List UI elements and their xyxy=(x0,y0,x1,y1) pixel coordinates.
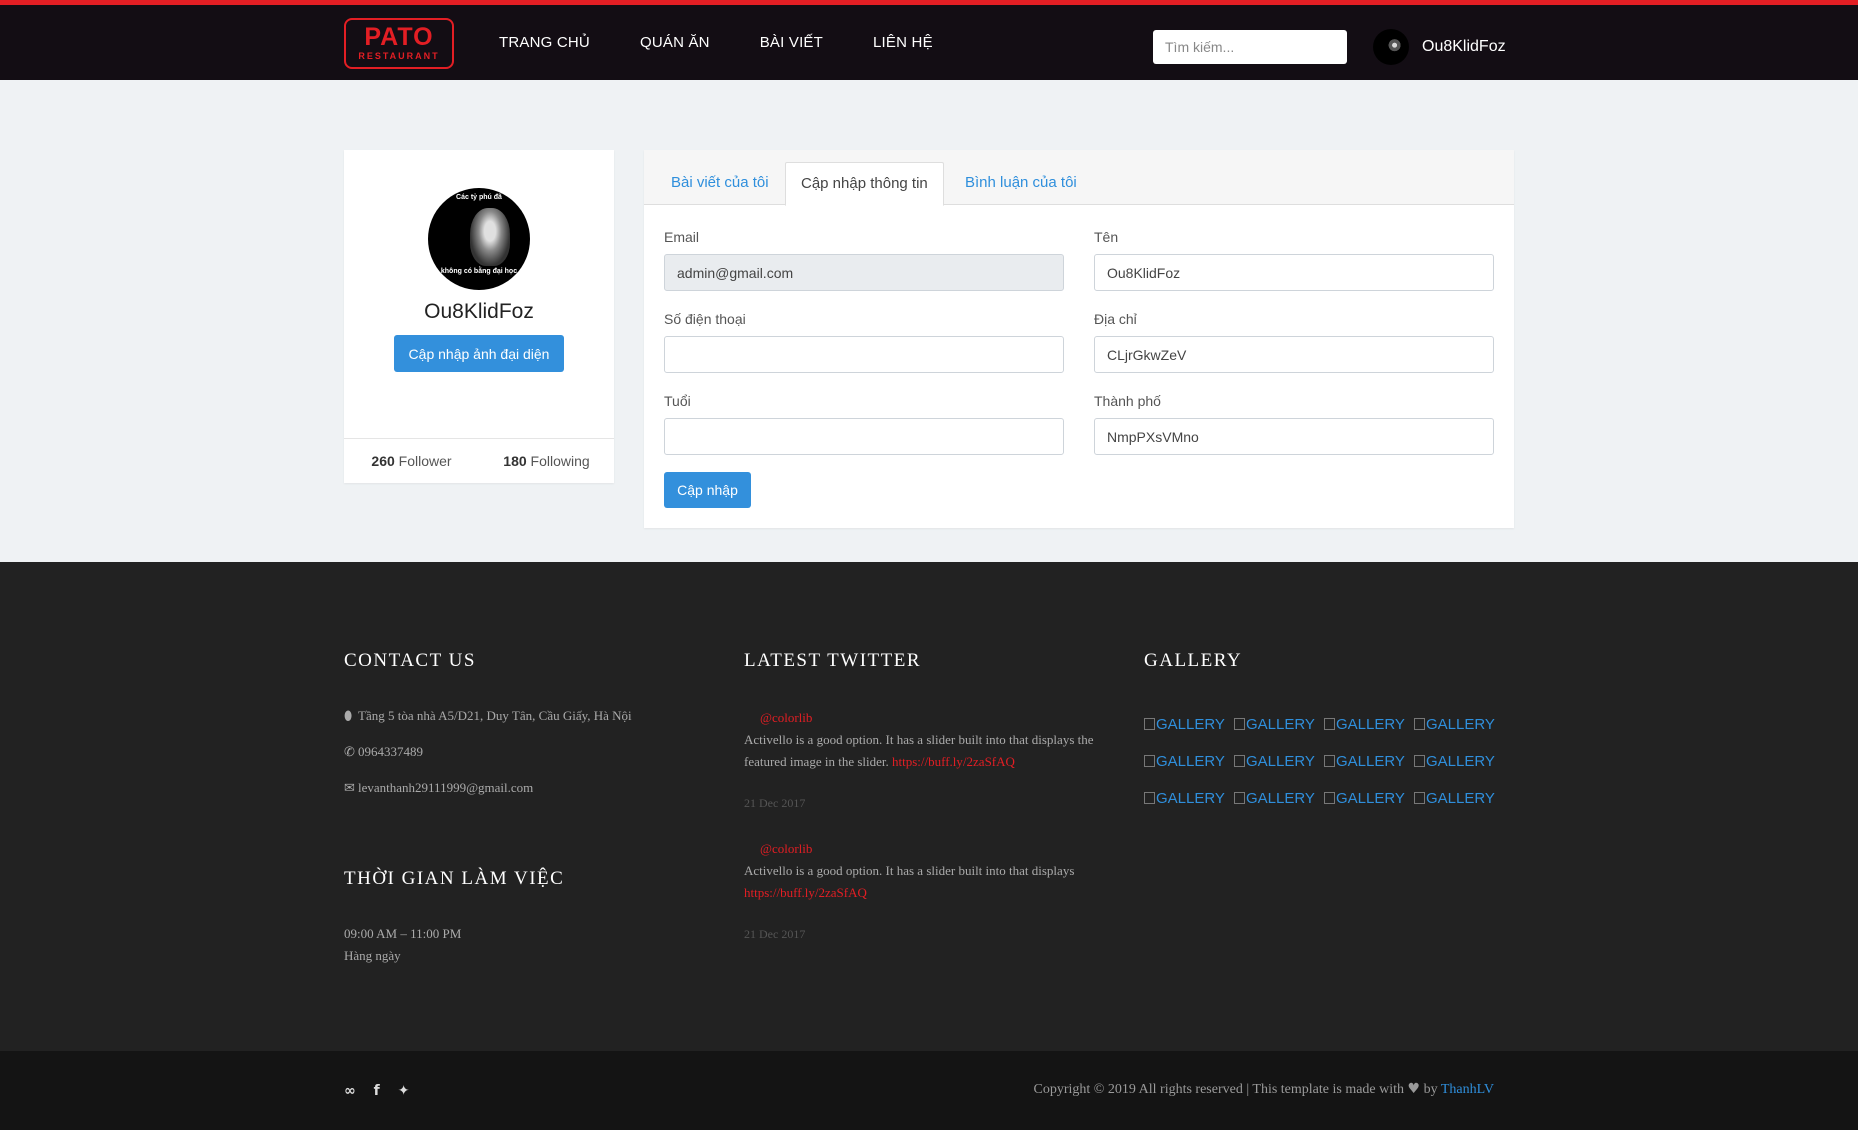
tweet: @colorlib Activello is a good option. It… xyxy=(744,838,1104,904)
tripadvisor-icon[interactable]: ∞ xyxy=(344,1083,356,1099)
nav-item-posts[interactable]: BÀI VIẾT xyxy=(760,34,823,51)
logo-sub-text: RESTAURANT xyxy=(358,51,440,61)
phone-field[interactable] xyxy=(664,336,1064,373)
age-field[interactable] xyxy=(664,418,1064,455)
gallery-image[interactable]: GALLERY xyxy=(1234,787,1324,810)
contact-title: CONTACT US xyxy=(344,650,476,671)
gallery-image[interactable]: GALLERY xyxy=(1324,787,1414,810)
email-label: Email xyxy=(664,229,700,245)
profile-panel: Bài viết của tôi Cập nhập thông tin Bình… xyxy=(644,150,1514,528)
gallery-grid: GALLERY GALLERY GALLERY GALLERY GALLERY … xyxy=(1144,713,1504,810)
copyright-by: by xyxy=(1423,1082,1438,1097)
contact-email: ✉ levanthanh29111999@gmail.com xyxy=(344,777,533,800)
profile-name: Ou8KlidFoz xyxy=(424,300,534,323)
logo-main-text: PATO xyxy=(364,23,434,51)
city-field[interactable] xyxy=(1094,418,1494,455)
tweet-date: 21 Dec 2017 xyxy=(744,927,806,941)
tweet-link[interactable]: https://buff.ly/2zaSfAQ xyxy=(892,754,1015,769)
heart-icon: ♥ xyxy=(1407,1081,1421,1097)
top-navbar: PATO RESTAURANT TRANG CHỦ QUÁN ĂN BÀI VI… xyxy=(0,0,1858,80)
facebook-icon[interactable]: f xyxy=(374,1083,380,1099)
gallery-image[interactable]: GALLERY xyxy=(1414,750,1504,773)
tweet-date: 21 Dec 2017 xyxy=(744,796,806,810)
profile-avatar: Các tỷ phú đã không có bằng đại học xyxy=(428,188,530,290)
age-label: Tuổi xyxy=(664,393,691,409)
gallery-image[interactable]: GALLERY xyxy=(1144,787,1234,810)
user-menu[interactable]: Ou8KlidFoz xyxy=(1373,29,1506,65)
search-input[interactable] xyxy=(1153,30,1347,64)
hours-title: THỜI GIAN LÀM VIỆC xyxy=(344,868,565,889)
avatar-caption-top: Các tỷ phú đã xyxy=(456,194,502,201)
nav-item-contact[interactable]: LIÊN HỆ xyxy=(873,34,933,51)
hours-time: 09:00 AM – 11:00 PM xyxy=(344,926,462,941)
copyright-text: Copyright © 2019 All rights reserved | T… xyxy=(1033,1082,1405,1097)
tweet: @colorlib Activello is a good option. It… xyxy=(744,707,1104,773)
tab-my-comments[interactable]: Bình luận của tôi xyxy=(950,162,1092,206)
address-text: Tầng 5 tòa nhà A5/D21, Duy Tân, Cầu Giấy… xyxy=(358,708,632,723)
email-field xyxy=(664,254,1064,291)
following-count: 180 xyxy=(503,453,527,469)
update-avatar-button[interactable]: Cập nhập ảnh đại diện xyxy=(394,335,564,372)
gallery-image[interactable]: GALLERY xyxy=(1414,787,1504,810)
contact-address: ⬮ Tầng 5 tòa nhà A5/D21, Duy Tân, Cầu Giấ… xyxy=(344,705,632,728)
name-label: Tên xyxy=(1094,229,1119,245)
site-footer: CONTACT US ⬮ Tầng 5 tòa nhà A5/D21, Duy T… xyxy=(0,562,1858,1051)
bottom-bar: ∞ f ✦ Copyright © 2019 All rights reserv… xyxy=(0,1051,1858,1130)
tweet-text: Activello is a good option. It has a sli… xyxy=(744,863,1075,878)
gallery-image[interactable]: GALLERY xyxy=(1144,713,1234,736)
email-text: levanthanh29111999@gmail.com xyxy=(358,780,534,795)
brand-logo[interactable]: PATO RESTAURANT xyxy=(344,18,454,69)
gallery-image[interactable]: GALLERY xyxy=(1144,750,1234,773)
profile-tabs: Bài viết của tôi Cập nhập thông tin Bình… xyxy=(644,150,1514,206)
twitter-icon[interactable]: ✦ xyxy=(398,1083,410,1099)
tab-update-info[interactable]: Cập nhập thông tin xyxy=(785,162,944,206)
city-label: Thành phố xyxy=(1094,393,1161,409)
gallery-image[interactable]: GALLERY xyxy=(1234,713,1324,736)
copyright: Copyright © 2019 All rights reserved | T… xyxy=(1034,1081,1495,1098)
gallery-image[interactable]: GALLERY xyxy=(1234,750,1324,773)
tweet-handle[interactable]: @colorlib xyxy=(760,710,812,725)
phone-text: 0964337489 xyxy=(358,744,423,759)
map-marker-icon: ⬮ xyxy=(344,709,353,724)
author-link[interactable]: ThanhLV xyxy=(1441,1082,1494,1097)
following-label: Following xyxy=(530,453,590,469)
header-username: Ou8KlidFoz xyxy=(1422,38,1506,55)
twitter-title: LATEST TWITTER xyxy=(744,650,922,671)
address-field[interactable] xyxy=(1094,336,1494,373)
phone-label: Số điện thoại xyxy=(664,311,746,327)
tweet-link[interactable]: https://buff.ly/2zaSfAQ xyxy=(744,885,867,900)
avatar-caption-bottom: không có bằng đại học xyxy=(440,268,518,275)
tab-my-posts[interactable]: Bài viết của tôi xyxy=(656,162,784,206)
profile-card: Các tỷ phú đã không có bằng đại học Ou8K… xyxy=(344,150,614,483)
main-nav: TRANG CHỦ QUÁN ĂN BÀI VIẾT LIÊN HỆ xyxy=(499,5,983,80)
social-links: ∞ f ✦ xyxy=(344,1083,410,1099)
nav-item-restaurants[interactable]: QUÁN ĂN xyxy=(640,34,710,51)
followers-label: Follower xyxy=(398,453,452,469)
avatar-face xyxy=(470,208,510,266)
contact-phone: ✆ 0964337489 xyxy=(344,741,423,764)
following-stat[interactable]: 180 Following xyxy=(479,453,614,469)
phone-icon: ✆ xyxy=(344,745,355,760)
followers-stat[interactable]: 260 Follower xyxy=(344,453,479,469)
submit-button[interactable]: Cập nhập xyxy=(664,472,751,508)
gallery-image[interactable]: GALLERY xyxy=(1414,713,1504,736)
followers-count: 260 xyxy=(371,453,395,469)
address-label: Địa chỉ xyxy=(1094,311,1137,327)
gallery-image[interactable]: GALLERY xyxy=(1324,750,1414,773)
name-field[interactable] xyxy=(1094,254,1494,291)
gallery-image[interactable]: GALLERY xyxy=(1324,713,1414,736)
follow-stats: 260 Follower 180 Following xyxy=(344,438,614,483)
gallery-title: GALLERY xyxy=(1144,650,1243,671)
tweet-handle[interactable]: @colorlib xyxy=(760,841,812,856)
hours-note: Hàng ngày xyxy=(344,948,401,963)
avatar xyxy=(1373,29,1409,65)
envelope-icon: ✉ xyxy=(344,781,355,796)
nav-item-home[interactable]: TRANG CHỦ xyxy=(499,34,590,51)
